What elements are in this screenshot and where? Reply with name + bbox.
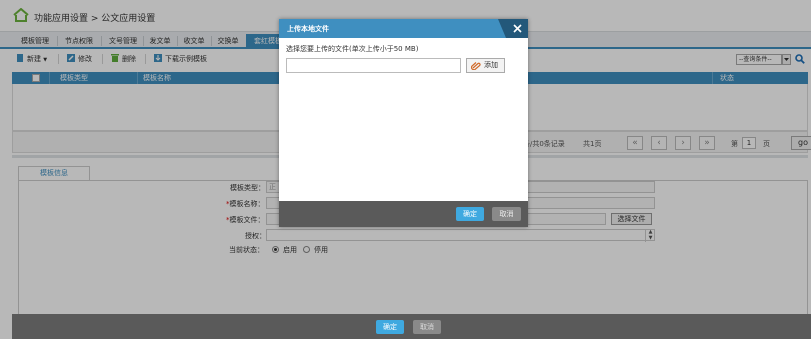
- close-icon: [513, 24, 522, 33]
- dialog-title: 上传本地文件: [287, 25, 329, 33]
- form-confirm-button[interactable]: 确定: [376, 320, 404, 334]
- add-file-label: 添加: [484, 61, 498, 69]
- dialog-titlebar: 上传本地文件: [279, 19, 528, 38]
- upload-file-field[interactable]: [286, 58, 461, 73]
- form-action-bar: [12, 314, 811, 339]
- dialog-footer: [279, 201, 528, 227]
- dialog-cancel-button[interactable]: 取消: [492, 207, 521, 221]
- dialog-confirm-button[interactable]: 确定: [456, 207, 484, 221]
- upload-dialog: 上传本地文件 选择您要上传的文件(单次上传小于50 MB) 添加 确定 取消: [279, 19, 528, 227]
- add-file-button[interactable]: 添加: [466, 58, 505, 73]
- form-cancel-button[interactable]: 取消: [413, 320, 441, 334]
- paperclip-icon: [471, 62, 481, 70]
- dialog-close-button[interactable]: [498, 19, 528, 38]
- upload-prompt: 选择您要上传的文件(单次上传小于50 MB): [286, 45, 419, 53]
